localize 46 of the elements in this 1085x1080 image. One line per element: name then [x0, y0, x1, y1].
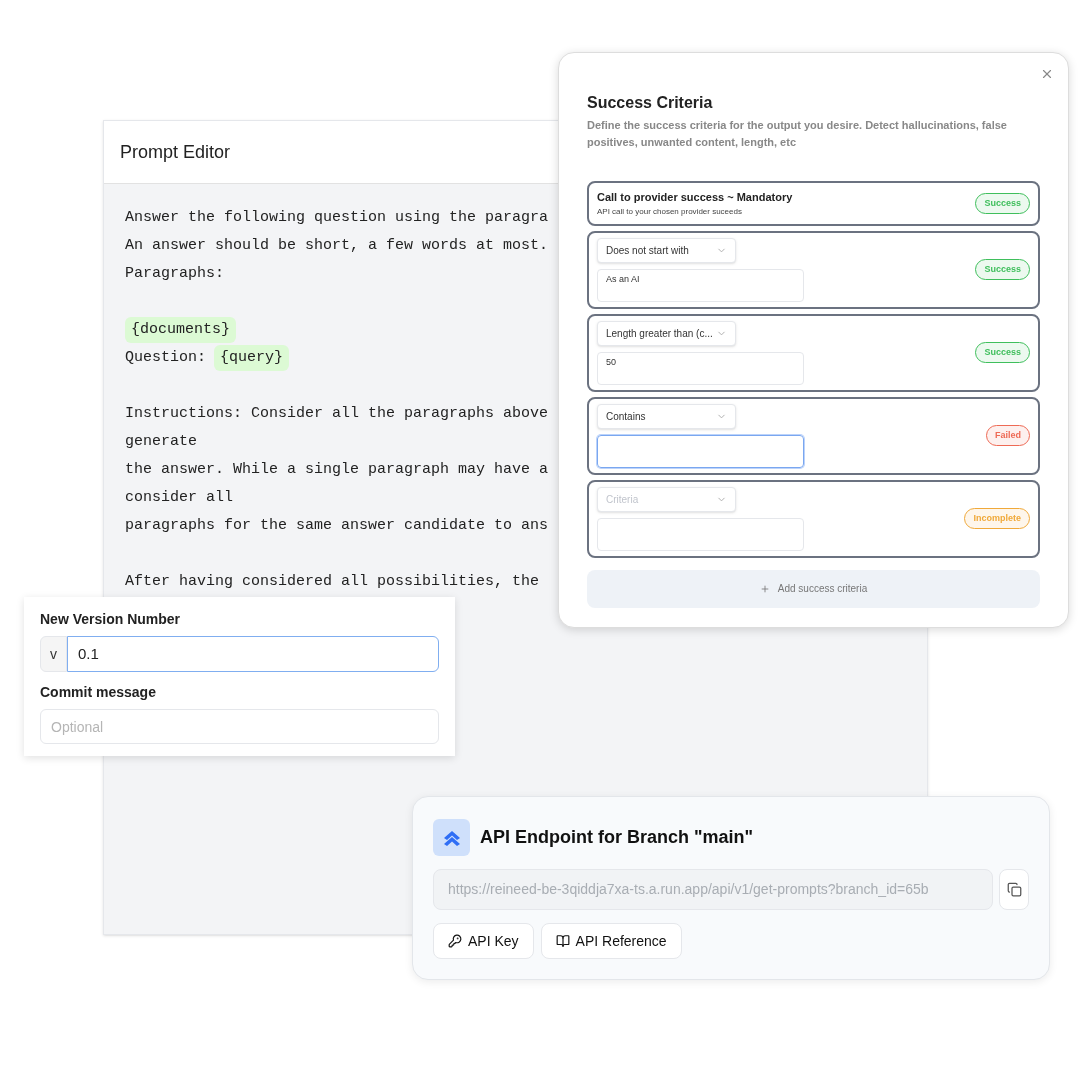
- api-button[interactable]: API Key: [433, 923, 534, 959]
- criteria-select[interactable]: Does not start with: [597, 237, 736, 263]
- criteria-textarea[interactable]: 50: [597, 351, 804, 385]
- prompt-line: the answer. While a single paragraph may have a: [125, 460, 549, 480]
- prompt-line: consider all: [125, 488, 234, 508]
- key-icon: [448, 934, 462, 948]
- criteria-textarea[interactable]: As an AI: [597, 268, 804, 302]
- plus-icon: [759, 583, 770, 594]
- version-input[interactable]: 0.1: [67, 636, 439, 672]
- copy-button[interactable]: [999, 869, 1029, 910]
- field-label: New Version Number: [40, 610, 182, 629]
- prompt-line: Instructions: Consider all the paragraphs above: [125, 404, 549, 424]
- dialog-title: Success Criteria: [587, 93, 714, 113]
- criteria-textarea[interactable]: [597, 434, 804, 468]
- prompt-line: After having considered all possibilities, the: [125, 572, 540, 592]
- commit-message-input[interactable]: Optional: [40, 709, 439, 744]
- prompt-line: generate: [125, 432, 197, 452]
- criteria-value: 50: [606, 356, 616, 367]
- variable-chip: {query}: [214, 344, 290, 372]
- criterion-title: Call to provider success ~ Mandatory: [597, 190, 793, 205]
- status-badge: Success: [975, 192, 1030, 214]
- criteria-value: As an AI: [606, 273, 640, 284]
- criterion-subtitle: API call to your chosen provider suceeds: [597, 205, 743, 218]
- variable-chip: {documents}: [125, 316, 237, 344]
- add-criteria-button[interactable]: Add success criteria: [587, 569, 1040, 608]
- status-badge: Success: [975, 258, 1030, 281]
- api-button[interactable]: API Reference: [540, 923, 682, 959]
- dialog-description: Define the success criteria for the output you desire. Detect hallucinations, false positives, unwanted content, length, etc: [587, 118, 1008, 150]
- prompt-line: An answer should be short, a few words at most.: [125, 236, 549, 256]
- copy-icon: [1006, 882, 1022, 897]
- status-badge: Incomplete: [964, 507, 1030, 530]
- close-icon[interactable]: [1040, 67, 1054, 81]
- prompt-line: Paragraphs:: [125, 264, 225, 284]
- chevrons-up-icon: [433, 819, 470, 856]
- criteria-select[interactable]: Length greater than (c...: [597, 320, 736, 346]
- prompt-line: Answer the following question using the paragra: [125, 208, 549, 228]
- prompt-line: paragraphs for the same answer candidate to ans: [125, 516, 549, 536]
- prompt-line: Question:: [125, 347, 206, 368]
- field-label: Commit message: [40, 683, 157, 702]
- status-badge: Failed: [986, 424, 1030, 447]
- card-title: API Endpoint for Branch "main": [480, 826, 754, 849]
- status-badge: Success: [975, 341, 1030, 364]
- panel-title: Prompt Editor: [120, 140, 231, 164]
- criteria-select[interactable]: Contains: [597, 403, 736, 429]
- version-prefix: v: [40, 636, 67, 672]
- book-icon: [555, 934, 570, 948]
